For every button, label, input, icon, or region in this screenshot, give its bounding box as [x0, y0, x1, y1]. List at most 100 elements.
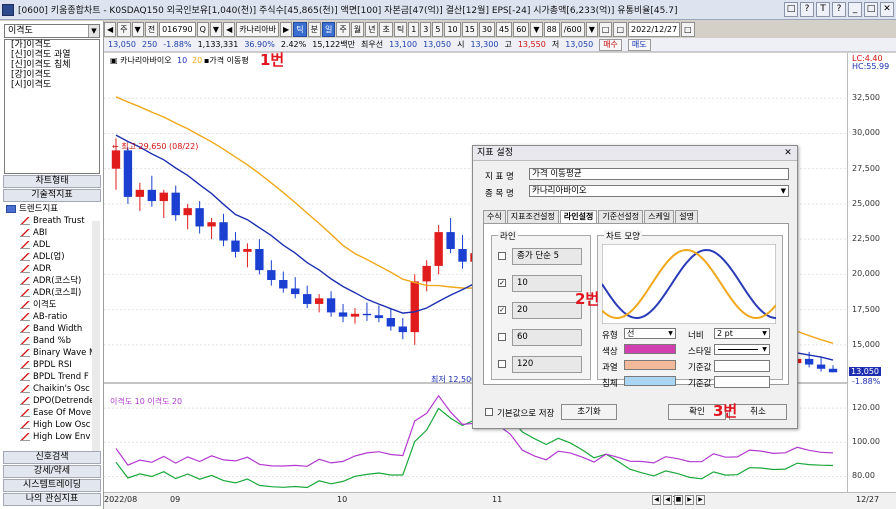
window-button-2[interactable]: T: [816, 2, 830, 17]
search-result-3[interactable]: [강]이격도: [5, 70, 99, 80]
section-chart-type[interactable]: 차트형태: [3, 175, 101, 188]
tab-4[interactable]: 스케일: [644, 210, 675, 223]
window-button-6[interactable]: ✕: [880, 2, 894, 17]
chevron-down-icon[interactable]: ▼: [88, 25, 99, 37]
stock-name-select[interactable]: 카나리아바이오 ▼: [529, 185, 789, 197]
nav-button-2[interactable]: ■: [674, 495, 683, 505]
tree-item[interactable]: Chaikin's Osc: [4, 383, 98, 395]
toolbar-item-8[interactable]: 카나리아바: [236, 22, 280, 37]
toolbar-item-27[interactable]: 88: [543, 22, 560, 37]
tree-item[interactable]: BPDL RSI: [4, 359, 98, 371]
oversold-color-swatch[interactable]: [624, 376, 676, 386]
toolbar-item-3[interactable]: 전: [144, 22, 159, 37]
toolbar-item-16[interactable]: 초: [379, 22, 393, 37]
cancel-button[interactable]: 취소: [729, 404, 787, 420]
tree-item[interactable]: BPDL Trend F: [4, 371, 98, 383]
line-item-2[interactable]: 20: [512, 302, 582, 319]
toolbar-item-24[interactable]: 45: [496, 22, 513, 37]
toolbar-item-23[interactable]: 30: [478, 22, 496, 37]
line-checkbox-2[interactable]: ✓: [498, 306, 506, 314]
tree-item[interactable]: Breath Trust: [4, 215, 98, 227]
tree-item[interactable]: ADL(업): [4, 251, 98, 263]
tree-item[interactable]: Band %b: [4, 335, 98, 347]
line-style-combo[interactable]: ▼: [714, 344, 770, 355]
search-result-1[interactable]: [신]이격도 과열: [5, 50, 99, 60]
base-value-1[interactable]: [714, 360, 770, 372]
nav-button-0[interactable]: ◀: [652, 495, 661, 505]
toolbar-item-5[interactable]: Q: [196, 22, 209, 37]
search-result-4[interactable]: [시]이격도: [5, 80, 99, 90]
toolbar-item-7[interactable]: ◀: [223, 22, 236, 37]
tree-item[interactable]: 이격도: [4, 299, 98, 311]
tab-2[interactable]: 라인설정: [559, 210, 598, 223]
tree-item[interactable]: ADL: [4, 239, 98, 251]
line-item-4[interactable]: 120: [512, 356, 582, 373]
tree-item[interactable]: ADR: [4, 263, 98, 275]
buy-button[interactable]: 매수: [599, 38, 622, 51]
toolbar-item-10[interactable]: 틱: [293, 22, 307, 37]
nav-button-3[interactable]: ▶: [685, 495, 694, 505]
tree-item[interactable]: ABI: [4, 227, 98, 239]
tree-item[interactable]: High Low Osc: [4, 419, 98, 431]
style-combo[interactable]: 선 ▼: [624, 328, 676, 339]
toolbar-item-21[interactable]: 10: [444, 22, 461, 37]
indicator-search-combo[interactable]: 이격도 ▼: [4, 24, 100, 38]
tree-item[interactable]: Ease Of Move: [4, 407, 98, 419]
toolbar-item-11[interactable]: 분: [307, 22, 321, 37]
toolbar-item-12[interactable]: 일: [321, 22, 336, 37]
nav-button-1[interactable]: ◀: [663, 495, 672, 505]
tree-scrollbar[interactable]: [92, 221, 100, 461]
toolbar-item-18[interactable]: 1: [408, 22, 420, 37]
base-value-2[interactable]: [714, 376, 770, 388]
tab-1[interactable]: 지표조건설정: [506, 210, 559, 223]
window-button-5[interactable]: □: [864, 2, 878, 17]
toolbar-item-20[interactable]: 5: [432, 22, 444, 37]
toolbar-item-0[interactable]: ◀: [104, 22, 117, 37]
toolbar-item-25[interactable]: 60: [513, 22, 530, 37]
toolbar-item-22[interactable]: 15: [461, 22, 478, 37]
toolbar-item-14[interactable]: 월: [350, 22, 365, 37]
tab-3[interactable]: 기준선설정: [598, 210, 644, 223]
toolbar-item-19[interactable]: 3: [420, 22, 432, 37]
line-item-1[interactable]: 10: [512, 275, 582, 292]
overheat-color-swatch[interactable]: [624, 360, 676, 370]
toolbar-item-4[interactable]: 016790: [159, 22, 196, 37]
toolbar-item-13[interactable]: 주: [336, 22, 350, 37]
window-button-0[interactable]: □: [784, 2, 798, 17]
toolbar-item-17[interactable]: 틱: [393, 22, 408, 37]
toolbar-item-15[interactable]: 년: [365, 22, 379, 37]
tree-item[interactable]: DPO(Detrende: [4, 395, 98, 407]
tree-item[interactable]: ADR(코스피): [4, 287, 98, 299]
tree-item[interactable]: AB-ratio: [4, 311, 98, 323]
section-0[interactable]: 신호검색: [3, 451, 101, 464]
toolbar-item-31[interactable]: □: [613, 22, 627, 37]
toolbar-item-30[interactable]: □: [598, 22, 613, 37]
tree-item[interactable]: Band Width: [4, 323, 98, 335]
toolbar-item-32[interactable]: 2022/12/27: [628, 22, 681, 37]
tree-item[interactable]: ADR(코스닥): [4, 275, 98, 287]
reset-button[interactable]: 초기화: [561, 404, 617, 420]
toolbar-item-28[interactable]: /600: [560, 22, 585, 37]
search-result-0[interactable]: [가]이격도: [5, 40, 99, 50]
tab-0[interactable]: 수식: [483, 210, 506, 223]
tree-item[interactable]: Binary Wave M: [4, 347, 98, 359]
tree-root-trend[interactable]: 트렌드지표: [4, 203, 98, 215]
toolbar-item-1[interactable]: 주: [117, 22, 131, 37]
line-checkbox-0[interactable]: [498, 252, 506, 260]
line-item-0[interactable]: 종가 단순 5: [512, 248, 582, 265]
default-save-checkbox[interactable]: [485, 408, 493, 416]
toolbar-item-2[interactable]: ▼: [131, 22, 144, 37]
window-button-1[interactable]: ?: [800, 2, 814, 17]
line-item-3[interactable]: 60: [512, 329, 582, 346]
toolbar-item-6[interactable]: ▼: [209, 22, 223, 37]
line-checkbox-1[interactable]: ✓: [498, 279, 506, 287]
close-icon[interactable]: ✕: [782, 147, 794, 159]
window-button-4[interactable]: _: [848, 2, 862, 17]
nav-button-4[interactable]: ▶: [696, 495, 705, 505]
section-technical[interactable]: 기술적지표: [3, 189, 101, 202]
section-2[interactable]: 시스템트레이딩: [3, 479, 101, 492]
width-combo[interactable]: 2 pt ▼: [714, 328, 770, 339]
toolbar-item-9[interactable]: ▶: [280, 22, 293, 37]
indicator-name-field[interactable]: 가격 이동평균: [529, 168, 789, 180]
search-result-2[interactable]: [신]이격도 침체: [5, 60, 99, 70]
